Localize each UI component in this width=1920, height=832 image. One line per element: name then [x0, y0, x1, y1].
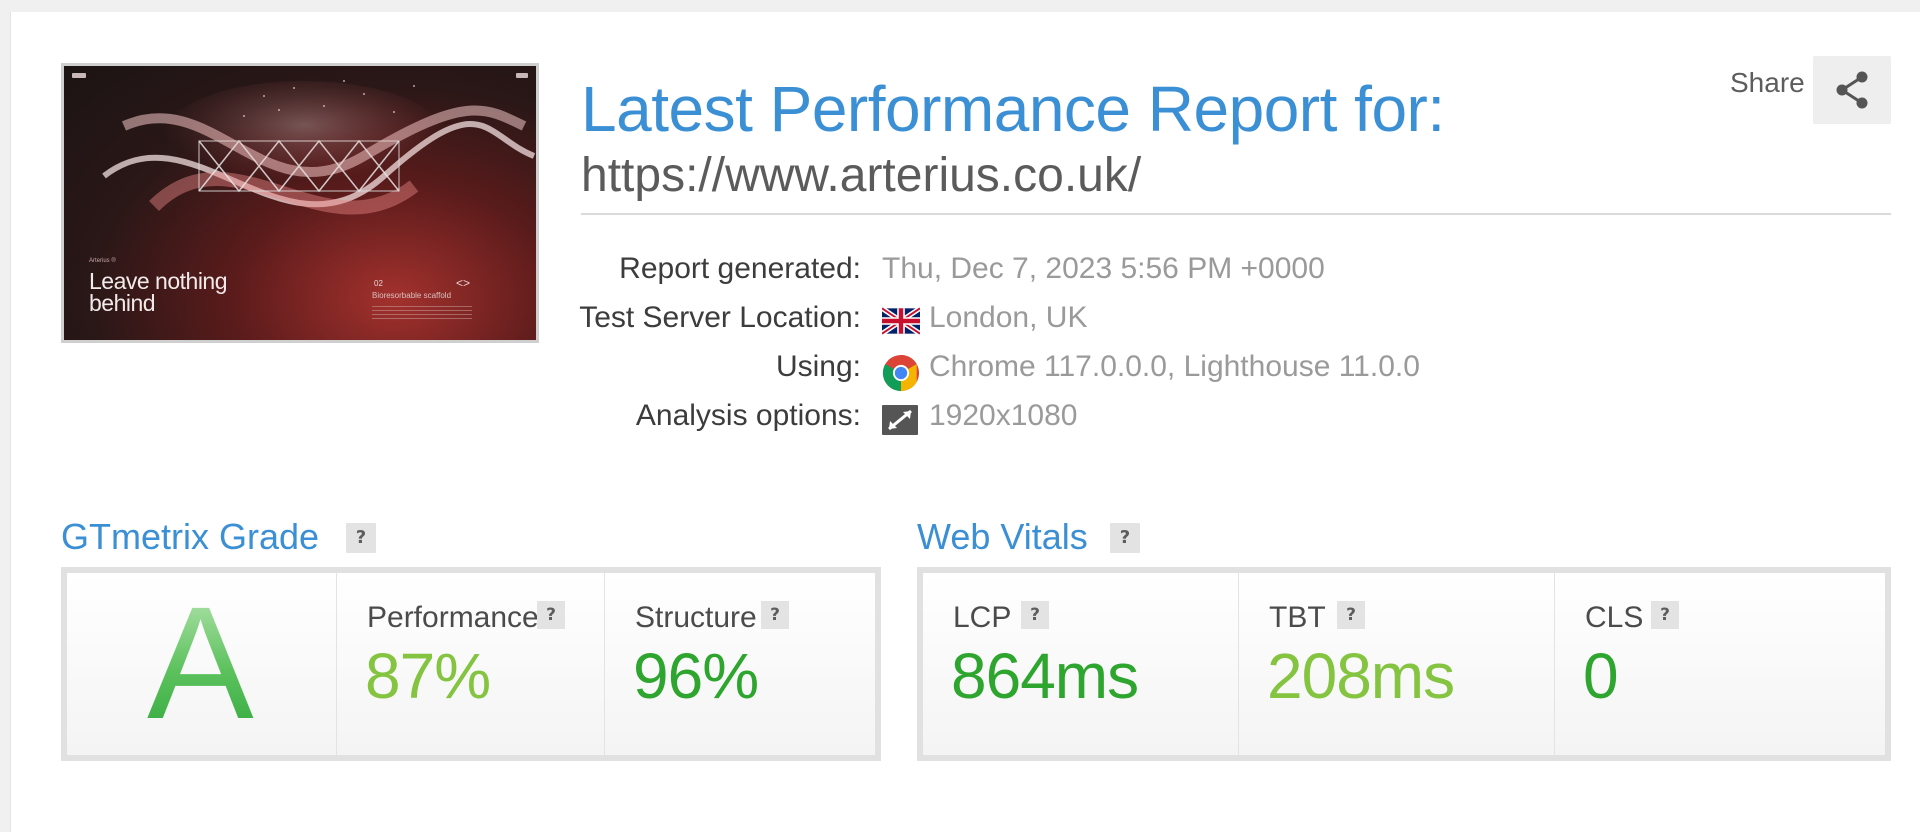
performance-label: Performance [367, 601, 539, 634]
cls-label: CLS [1585, 601, 1644, 634]
cls-value: 0 [1583, 640, 1619, 712]
report-card: Arterius ® Leave nothing behind 02 <> Bi… [10, 12, 1920, 832]
structure-label: Structure [635, 601, 757, 634]
structure-value: 96% [633, 640, 759, 712]
thumbnail-headline: Leave nothing behind [89, 268, 228, 316]
structure-help-icon[interactable]: ? [761, 601, 789, 629]
lcp-label: LCP [953, 601, 1012, 634]
cls-cell: CLS ? 0 [1555, 573, 1885, 755]
thumbnail-logo [72, 73, 86, 78]
web-vitals-panel: LCP ? 864ms TBT ? 208ms CLS ? 0 [917, 567, 1891, 761]
lcp-help-icon[interactable]: ? [1021, 601, 1049, 629]
tbt-help-icon[interactable]: ? [1337, 601, 1365, 629]
structure-cell: Structure ? 96% [605, 573, 875, 755]
tbt-cell: TBT ? 208ms [1239, 573, 1555, 755]
share-label: Share [1730, 67, 1805, 98]
tbt-value: 208ms [1267, 640, 1455, 712]
thumbnail-caption: Bioresorbable scaffold [372, 291, 452, 300]
tbt-label: TBT [1269, 601, 1326, 634]
grade-letter: A [147, 573, 254, 752]
thumbnail-paragraph-lines [372, 306, 472, 320]
using-label: Using: [775, 350, 861, 383]
performance-value: 87% [365, 640, 491, 712]
share-button[interactable] [1813, 56, 1891, 124]
resolution-icon [882, 405, 918, 435]
screenshot-image: Arterius ® Leave nothing behind 02 <> Bi… [64, 66, 536, 340]
web-vitals-title: Web Vitals [917, 516, 1088, 557]
location-value: London, UK [929, 301, 1088, 334]
thumbnail-menu-icon [516, 73, 528, 78]
page-title: Latest Performance Report for: [581, 73, 1445, 145]
gtmetrix-grade-help-icon[interactable]: ? [346, 523, 376, 553]
lcp-value: 864ms [951, 640, 1139, 712]
analysis-options-label: Analysis options: [635, 399, 861, 432]
divider [581, 213, 1891, 215]
location-label: Test Server Location: [579, 301, 861, 334]
performance-cell: Performance ? 87% [337, 573, 605, 755]
report-generated-label: Report generated: [619, 252, 861, 285]
thumbnail-number: 02 [374, 279, 383, 288]
gtmetrix-grade-title: GTmetrix Grade [61, 516, 320, 557]
share-icon [1836, 71, 1868, 109]
lcp-cell: LCP ? 864ms [923, 573, 1239, 755]
chrome-icon [882, 354, 920, 392]
thumbnail-kicker: Arterius ® [89, 258, 116, 264]
gtmetrix-grade-panel: A Performance ? 87% Structure ? 96% [61, 567, 881, 761]
grade-cell: A [67, 573, 337, 755]
analysis-options-value: 1920x1080 [929, 399, 1078, 432]
web-vitals-help-icon[interactable]: ? [1110, 523, 1140, 553]
page-screenshot-thumbnail[interactable]: Arterius ® Leave nothing behind 02 <> Bi… [61, 63, 539, 343]
report-generated-value: Thu, Dec 7, 2023 5:56 PM +0000 [882, 252, 1325, 285]
thumbnail-nav-arrows: <> [456, 276, 471, 290]
performance-help-icon[interactable]: ? [537, 601, 565, 629]
report-url[interactable]: https://www.arterius.co.uk/ [581, 148, 1141, 204]
using-value: Chrome 117.0.0.0, Lighthouse 11.0.0 [929, 350, 1420, 383]
cls-help-icon[interactable]: ? [1651, 601, 1679, 629]
uk-flag-icon [882, 307, 920, 335]
